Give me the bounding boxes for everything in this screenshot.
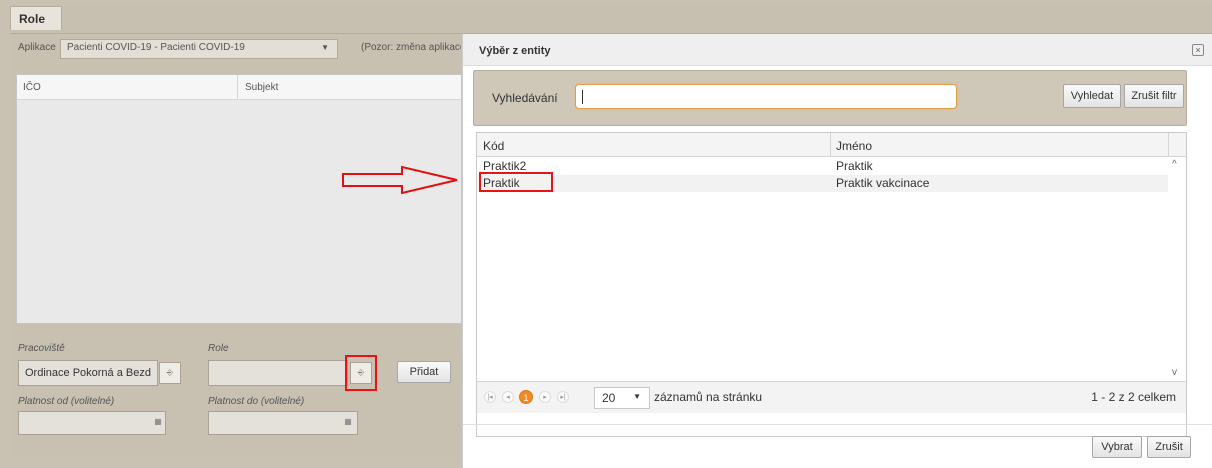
table-row[interactable]: Praktik Praktik vakcinace <box>477 175 1168 192</box>
scroll-up-icon[interactable]: ^ <box>1172 159 1177 170</box>
chevron-down-icon: ▼ <box>321 43 329 52</box>
divider <box>463 424 1212 425</box>
select-button[interactable]: Vybrat <box>1092 436 1142 458</box>
highlight-praktik-row <box>479 172 553 192</box>
last-page-icon[interactable]: ▸| <box>557 391 569 403</box>
search-input[interactable] <box>575 84 957 109</box>
subject-grid: IČO Subjekt <box>16 74 462 324</box>
pracoviste-label: Pracoviště <box>18 343 65 354</box>
platnost-do-label: Platnost do (volitelné) <box>208 396 305 407</box>
prev-page-icon[interactable]: ◂ <box>502 391 514 403</box>
column-jmeno[interactable]: Jméno <box>836 139 872 153</box>
vertical-scrollbar[interactable]: ^ v <box>1169 157 1186 381</box>
first-page-icon[interactable]: |◂ <box>484 391 496 403</box>
highlight-role-lookup <box>345 355 377 391</box>
column-kod[interactable]: Kód <box>483 139 504 153</box>
column-separator <box>830 133 831 157</box>
search-label: Vyhledávání <box>492 91 558 105</box>
row-name: Praktik vakcinace <box>836 176 930 190</box>
cancel-button[interactable]: Zrušit <box>1147 436 1191 458</box>
page-size-select[interactable]: 20 ▼ <box>594 387 650 409</box>
text-caret <box>582 90 583 104</box>
header-band <box>10 4 1212 34</box>
app-label: Aplikace <box>18 42 56 53</box>
tab-role[interactable]: Role <box>10 6 62 30</box>
entity-grid-header: Kód Jméno <box>477 133 1186 157</box>
column-subjekt[interactable]: Subjekt <box>245 82 278 93</box>
app-select[interactable]: Pacienti COVID-19 - Pacienti COVID-19 ▼ <box>60 39 338 59</box>
add-button[interactable]: Přidat <box>397 361 451 383</box>
calendar-icon[interactable]: ▦ <box>340 414 356 432</box>
role-label: Role <box>208 343 229 354</box>
subject-grid-header: IČO Subjekt <box>17 75 461 100</box>
platnost-od-field[interactable] <box>18 411 166 435</box>
dialog-title: Výběr z entity <box>463 34 1212 66</box>
app-select-value: Pacienti COVID-19 - Pacienti COVID-19 <box>67 42 245 53</box>
platnost-od-label: Platnost od (volitelné) <box>18 396 115 407</box>
search-button[interactable]: Vyhledat <box>1063 84 1121 108</box>
pracoviste-field[interactable]: Ordinace Pokorná a Bezd <box>18 360 158 386</box>
chevron-down-icon: ▼ <box>633 392 641 401</box>
row-code: Praktik2 <box>483 159 527 173</box>
scroll-down-icon[interactable]: v <box>1172 367 1177 378</box>
search-band: Vyhledávání Vyhledat Zrušit filtr <box>473 70 1187 126</box>
app-change-note: (Pozor: změna aplikace <box>361 42 461 53</box>
clear-filter-button[interactable]: Zrušit filtr <box>1124 84 1184 108</box>
arrow-annotation <box>342 165 458 195</box>
pager: |◂ ◂ 1 ▸ ▸| 20 ▼ záznamů na stránku 1 - … <box>477 381 1186 413</box>
column-separator <box>1168 133 1169 157</box>
pager-summary: 1 - 2 z 2 celkem <box>1091 390 1176 404</box>
row-name: Praktik <box>836 159 873 173</box>
role-field[interactable] <box>208 360 348 386</box>
current-page[interactable]: 1 <box>519 390 533 404</box>
lookup-icon: ⎆ <box>166 368 174 377</box>
next-page-icon[interactable]: ▸ <box>539 391 551 403</box>
table-row[interactable]: Praktik2 Praktik <box>477 158 1168 175</box>
platnost-do-field[interactable] <box>208 411 358 435</box>
page-size-value: 20 <box>602 391 616 405</box>
entity-dialog: Výběr z entity × Vyhledávání Vyhledat Zr… <box>462 34 1212 468</box>
column-separator <box>237 75 238 100</box>
entity-grid: Kód Jméno Praktik2 Praktik Praktik Prakt… <box>476 132 1187 437</box>
close-icon[interactable]: × <box>1192 44 1204 56</box>
pracoviste-lookup-button[interactable]: ⎆ <box>159 362 181 384</box>
calendar-icon[interactable]: ▦ <box>150 414 166 432</box>
column-ico[interactable]: IČO <box>23 82 41 93</box>
page-size-label: záznamů na stránku <box>654 390 763 404</box>
